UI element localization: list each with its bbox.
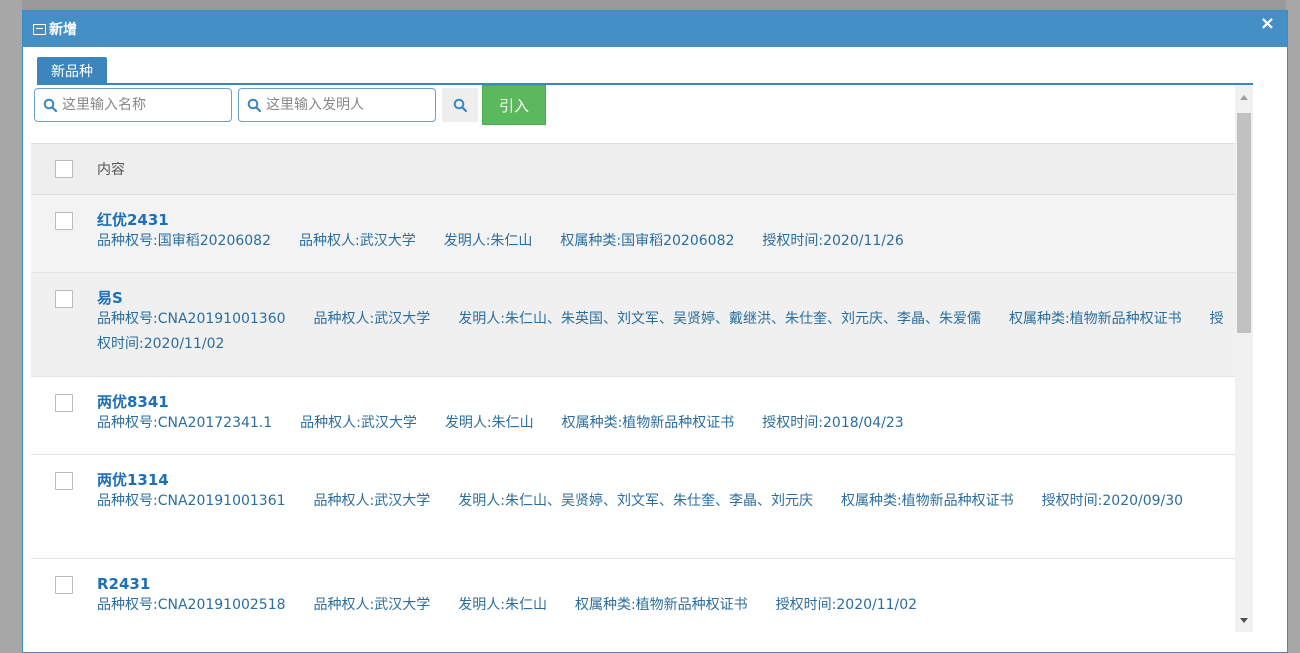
search-icon <box>247 98 261 112</box>
name-search-input[interactable] <box>62 97 222 113</box>
header-content-label: 内容 <box>97 162 125 178</box>
row-checkbox[interactable] <box>55 290 73 308</box>
row-checkbox[interactable] <box>55 472 73 490</box>
import-button[interactable]: 引入 <box>482 85 546 125</box>
window-icon <box>33 23 46 35</box>
row-checkbox-cell <box>31 575 97 633</box>
row-checkbox-cell <box>31 471 97 558</box>
inventor-search-input[interactable] <box>266 97 426 113</box>
variety-details: 品种权号:国审稻20206082 品种权人:武汉大学 发明人:朱仁山 权属种类:… <box>97 233 904 249</box>
variety-table: 内容 红优2431 品种权号:国审稻20206082 品种权人:武汉大学 发明人… <box>31 143 1253 633</box>
add-dialog: 新增 × 新品种 这里输入名称 这里输入发明人 引入 内容 红优2431 品种权… <box>22 10 1288 653</box>
scroll-down-icon[interactable] <box>1240 618 1248 623</box>
scroll-up-icon[interactable] <box>1240 95 1248 100</box>
backdrop-left <box>0 0 22 653</box>
tab-new-variety[interactable]: 新品种 <box>37 57 107 83</box>
table-row[interactable]: 红优2431 品种权号:国审稻20206082 品种权人:武汉大学 发明人:朱仁… <box>31 195 1253 273</box>
name-search-box <box>34 88 232 122</box>
table-row[interactable]: 两优8341 品种权号:CNA20172341.1 品种权人:武汉大学 发明人:… <box>31 377 1253 455</box>
search-icon <box>453 98 467 112</box>
vertical-scrollbar[interactable] <box>1235 85 1253 633</box>
scrollbar-thumb[interactable] <box>1237 113 1251 333</box>
search-toolbar: 引入 <box>31 85 1253 125</box>
search-icon <box>43 98 57 112</box>
variety-details: 品种权号:CNA20191001361 品种权人:武汉大学 发明人:朱仁山、吴贤… <box>97 493 1184 509</box>
inventor-search-box <box>238 88 436 122</box>
dialog-titlebar: 新增 × <box>23 11 1287 47</box>
row-checkbox[interactable] <box>55 212 73 230</box>
variety-details: 品种权号:CNA20172341.1 品种权人:武汉大学 发明人:朱仁山 权属种… <box>97 415 904 431</box>
variety-name-link[interactable]: 易S <box>97 289 1227 307</box>
variety-details: 品种权号:CNA20191002518 品种权人:武汉大学 发明人:朱仁山 权属… <box>97 597 918 613</box>
table-row[interactable]: 两优1314 品种权号:CNA20191001361 品种权人:武汉大学 发明人… <box>31 455 1253 559</box>
close-button[interactable]: × <box>1260 13 1275 35</box>
variety-name-link[interactable]: R2431 <box>97 575 1227 593</box>
variety-details: 品种权号:CNA20191001360 品种权人:武汉大学 发明人:朱仁山、朱英… <box>97 311 1224 352</box>
table-row[interactable]: R2431 品种权号:CNA20191002518 品种权人:武汉大学 发明人:… <box>31 559 1253 633</box>
row-checkbox-cell <box>31 393 97 454</box>
dialog-title: 新增 <box>49 22 77 38</box>
dialog-footer <box>23 632 1287 652</box>
row-content: 红优2431 品种权号:国审稻20206082 品种权人:武汉大学 发明人:朱仁… <box>97 211 1253 272</box>
content-area: 引入 内容 红优2431 品种权号:国审稻20206082 品种权人:武汉大学 … <box>31 85 1253 633</box>
search-button[interactable] <box>442 88 478 122</box>
table-row[interactable]: 易S 品种权号:CNA20191001360 品种权人:武汉大学 发明人:朱仁山… <box>31 273 1253 377</box>
table-header: 内容 <box>31 143 1253 195</box>
variety-name-link[interactable]: 两优1314 <box>97 471 1227 489</box>
header-checkbox-cell <box>31 160 97 178</box>
variety-name-link[interactable]: 两优8341 <box>97 393 1227 411</box>
select-all-checkbox[interactable] <box>55 160 73 178</box>
row-content: 两优8341 品种权号:CNA20172341.1 品种权人:武汉大学 发明人:… <box>97 393 1253 454</box>
row-checkbox[interactable] <box>55 576 73 594</box>
variety-name-link[interactable]: 红优2431 <box>97 211 1227 229</box>
row-checkbox[interactable] <box>55 394 73 412</box>
row-content: R2431 品种权号:CNA20191002518 品种权人:武汉大学 发明人:… <box>97 575 1253 633</box>
row-content: 两优1314 品种权号:CNA20191001361 品种权人:武汉大学 发明人… <box>97 471 1253 558</box>
backdrop-right <box>1286 0 1300 653</box>
row-checkbox-cell <box>31 289 97 376</box>
row-content: 易S 品种权号:CNA20191001360 品种权人:武汉大学 发明人:朱仁山… <box>97 289 1253 376</box>
tab-bar: 新品种 <box>23 47 1287 85</box>
row-checkbox-cell <box>31 211 97 272</box>
